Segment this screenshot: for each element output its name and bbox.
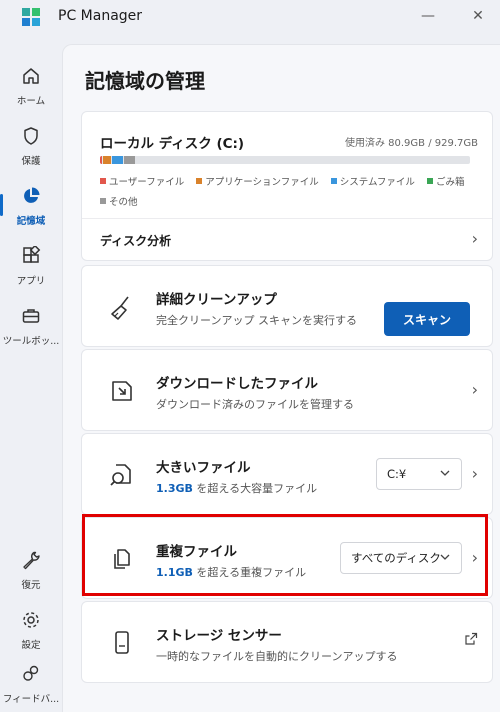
legend-item-system: システムファイル bbox=[330, 174, 415, 188]
download-folder-icon bbox=[112, 381, 132, 401]
disk-analysis-link[interactable]: ディスク分析 › bbox=[82, 219, 492, 261]
scan-button[interactable]: スキャン bbox=[384, 302, 470, 336]
downloads-card[interactable]: ダウンロードしたファイル ダウンロード済みのファイルを管理する › bbox=[81, 349, 493, 431]
duplicate-files-title: 重複ファイル bbox=[156, 544, 237, 560]
usage-segment-apps bbox=[103, 156, 111, 164]
sidebar-item-feedback[interactable]: フィードバ... bbox=[0, 654, 62, 712]
sidebar-item-label: 記憶域 bbox=[16, 216, 46, 227]
usage-segment-other bbox=[123, 156, 135, 164]
cleanup-subtitle: 完全クリーンアップ スキャンを実行する bbox=[156, 314, 357, 327]
open-external-icon bbox=[465, 632, 478, 645]
usage-segment-user bbox=[100, 156, 103, 164]
cleanup-title: 詳細クリーンアップ bbox=[156, 292, 277, 308]
legend-item-user: ユーザーファイル bbox=[100, 174, 184, 188]
chevron-down-icon bbox=[440, 470, 450, 476]
large-files-card: 大きいファイル 1.3GB を超える大容量ファイル C:¥ › bbox=[81, 433, 493, 515]
large-files-title: 大きいファイル bbox=[156, 460, 251, 476]
drive-select[interactable]: C:¥ bbox=[376, 458, 462, 490]
disk-usage-text: 使用済み 80.9GB / 929.7GB bbox=[344, 138, 478, 149]
sidebar-item-label: 復元 bbox=[21, 580, 41, 591]
large-files-subtitle: 1.3GB を超える大容量ファイル bbox=[156, 482, 318, 495]
chevron-right-icon[interactable]: › bbox=[472, 548, 478, 567]
sidebar-item-label: 保護 bbox=[21, 156, 41, 167]
sidebar-item-home[interactable]: ホーム bbox=[0, 56, 62, 116]
chevron-right-icon: › bbox=[471, 229, 478, 248]
sidebar-item-restore[interactable]: 復元 bbox=[0, 540, 62, 600]
disk-legend: ユーザーファイル アプリケーションファイル システムファイル ごみ箱 その他 bbox=[100, 174, 480, 214]
sidebar-item-toolbox[interactable]: ツールボッ... bbox=[0, 296, 62, 356]
sidebar-item-label: アプリ bbox=[16, 276, 46, 287]
storage-sensor-title: ストレージ センサー bbox=[156, 628, 282, 644]
minimize-icon: — bbox=[421, 8, 435, 24]
phone-icon bbox=[115, 631, 129, 654]
sidebar-item-label: 設定 bbox=[21, 640, 41, 651]
large-files-size: 1.3GB bbox=[156, 482, 193, 495]
app-title: PC Manager bbox=[58, 8, 143, 24]
pie-chart-icon bbox=[19, 184, 43, 208]
home-icon bbox=[19, 64, 43, 88]
duplicate-files-icon bbox=[114, 549, 130, 569]
chevron-down-icon bbox=[440, 554, 450, 560]
disk-analysis-label: ディスク分析 bbox=[100, 234, 172, 248]
chevron-right-icon[interactable]: › bbox=[472, 464, 478, 483]
wrench-icon bbox=[19, 548, 43, 572]
pc-manager-logo-icon bbox=[22, 8, 40, 26]
broom-icon bbox=[111, 296, 129, 320]
chevron-right-icon: › bbox=[471, 380, 478, 399]
duplicate-files-size: 1.1GB bbox=[156, 566, 193, 579]
sidebar-item-label: ツールボッ... bbox=[2, 336, 60, 347]
disk-name: ローカル ディスク (C:) bbox=[100, 136, 245, 152]
usage-segment-system bbox=[111, 156, 123, 164]
downloads-title: ダウンロードしたファイル bbox=[156, 376, 318, 392]
disk-card: ローカル ディスク (C:) 使用済み 80.9GB / 929.7GB ユーザ… bbox=[81, 111, 493, 261]
sidebar-item-label: フィードバ... bbox=[2, 694, 60, 705]
sidebar-item-protection[interactable]: 保護 bbox=[0, 116, 62, 176]
close-button[interactable]: ✕ bbox=[462, 3, 494, 29]
disk-scope-value: すべてのディスク bbox=[351, 551, 441, 565]
sidebar-item-apps[interactable]: アプリ bbox=[0, 236, 62, 296]
close-icon: ✕ bbox=[472, 8, 484, 24]
active-indicator bbox=[0, 194, 3, 216]
cleanup-card: 詳細クリーンアップ 完全クリーンアップ スキャンを実行する スキャン bbox=[81, 265, 493, 347]
disk-scope-select[interactable]: すべてのディスク bbox=[340, 542, 462, 574]
shield-icon bbox=[19, 124, 43, 148]
legend-item-other: その他 bbox=[100, 194, 138, 208]
sidebar-item-storage[interactable]: 記憶域 bbox=[0, 176, 62, 236]
duplicate-files-subtitle: 1.1GB を超える重複ファイル bbox=[156, 566, 307, 579]
sidebar-item-label: ホーム bbox=[16, 96, 46, 107]
legend-item-apps: アプリケーションファイル bbox=[196, 174, 319, 188]
gear-icon bbox=[19, 608, 43, 632]
feedback-icon bbox=[19, 662, 43, 686]
disk-usage-bar bbox=[100, 156, 470, 164]
title-bar: PC Manager — ✕ bbox=[0, 0, 500, 34]
file-search-icon bbox=[110, 464, 131, 486]
storage-sensor-card[interactable]: ストレージ センサー 一時的なファイルを自動的にクリーンアップする bbox=[81, 601, 493, 683]
minimize-button[interactable]: — bbox=[412, 3, 444, 29]
legend-item-recycle: ごみ箱 bbox=[426, 174, 464, 188]
sidebar-nav: ホーム 保護 記憶域 アプリ ツールボッ... 復元 設定 フィードバ... bbox=[0, 44, 62, 712]
drive-select-value: C:¥ bbox=[387, 467, 407, 481]
duplicate-files-card: 重複ファイル 1.1GB を超える重複ファイル すべてのディスク › bbox=[81, 517, 493, 599]
page-title: 記憶域の管理 bbox=[85, 69, 205, 93]
storage-sensor-subtitle: 一時的なファイルを自動的にクリーンアップする bbox=[156, 650, 398, 663]
downloads-subtitle: ダウンロード済みのファイルを管理する bbox=[156, 398, 354, 411]
main-content: 記憶域の管理 ローカル ディスク (C:) 使用済み 80.9GB / 929.… bbox=[62, 44, 500, 712]
toolbox-icon bbox=[19, 304, 43, 328]
sidebar-item-settings[interactable]: 設定 bbox=[0, 600, 62, 660]
apps-icon bbox=[19, 244, 43, 268]
